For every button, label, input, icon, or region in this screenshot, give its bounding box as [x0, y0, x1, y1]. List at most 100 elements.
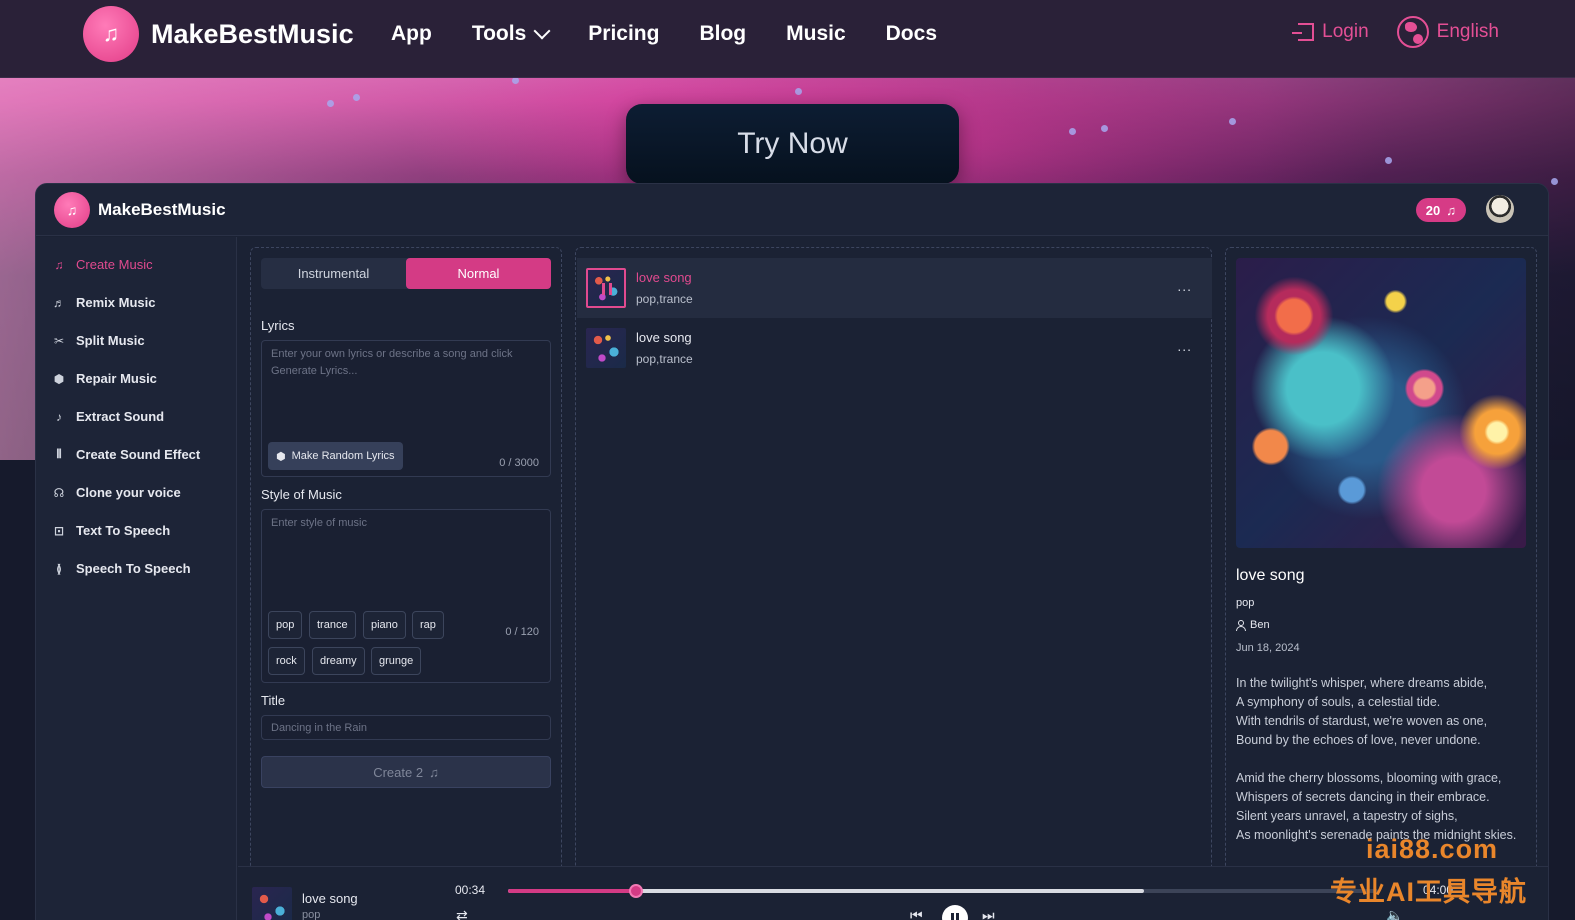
song-cover-thumbnail[interactable]: [586, 328, 626, 368]
mode-instrumental-button[interactable]: Instrumental: [261, 258, 406, 289]
detail-author[interactable]: Ben: [1236, 619, 1270, 631]
style-chip-rock[interactable]: rock: [268, 647, 305, 675]
split-icon: ✂: [53, 333, 65, 348]
decor-dot: [353, 94, 360, 101]
sidebar-item-remix-music[interactable]: ♬ Remix Music: [52, 295, 155, 310]
lyrics-line: Bound by the echoes of love, never undon…: [1236, 733, 1481, 747]
sidebar-item-create-music[interactable]: ♫ Create Music: [52, 257, 153, 272]
title-label: Title: [261, 693, 286, 708]
nav-link-pricing[interactable]: Pricing: [588, 22, 659, 46]
credits-badge[interactable]: 20 ♫: [1415, 198, 1466, 222]
login-button[interactable]: Login: [1292, 21, 1369, 43]
repeat-icon[interactable]: ⇄: [456, 907, 468, 920]
song-cover-thumbnail[interactable]: [586, 268, 626, 308]
lyrics-line: Amid the cherry blossoms, blooming with …: [1236, 771, 1502, 785]
sidebar-item-extract-sound[interactable]: ♪ Extract Sound: [52, 409, 164, 424]
language-label: English: [1436, 21, 1499, 42]
lyrics-textarea[interactable]: Enter your own lyrics or describe a song…: [261, 340, 551, 477]
nav-link-tools-label: Tools: [471, 22, 527, 45]
nav-link-docs[interactable]: Docs: [886, 22, 937, 46]
sidebar-item-label: Create Music: [76, 257, 153, 272]
song-title: love song: [636, 270, 692, 285]
mode-toggle: Instrumental Normal: [261, 258, 551, 289]
style-counter: 0 / 120: [505, 626, 539, 638]
lyrics-placeholder: Enter your own lyrics or describe a song…: [271, 348, 513, 377]
sidebar: ♫ Create Music ♬ Remix Music ✂ Split Mus…: [36, 237, 237, 920]
lyrics-label: Lyrics: [261, 318, 295, 333]
music-note-icon: ♫: [1446, 202, 1456, 218]
music-note-icon: ♫: [54, 257, 64, 272]
detail-author-name: Ben: [1250, 619, 1270, 631]
try-now-button[interactable]: Try Now: [626, 104, 959, 184]
decor-dot: [1101, 125, 1108, 132]
progress-slider[interactable]: [508, 884, 1378, 898]
sidebar-item-text-to-speech[interactable]: ⊡ Text To Speech: [52, 523, 170, 538]
nav-right: Login English: [1292, 16, 1499, 48]
decor-dot: [327, 100, 334, 107]
more-options-icon[interactable]: ...: [1177, 338, 1192, 354]
watermark-tagline: 专业AI工具导航: [1330, 877, 1527, 907]
brand-logo-link[interactable]: ♫ MakeBestMusic: [83, 6, 354, 62]
player-cover-thumbnail: [252, 887, 292, 920]
make-random-lyrics-button[interactable]: ⬢ Make Random Lyrics: [268, 442, 403, 470]
sidebar-item-label: Speech To Speech: [76, 561, 191, 576]
nav-link-music[interactable]: Music: [786, 22, 846, 46]
detail-genre: pop: [1236, 597, 1255, 609]
song-detail-panel: love song pop Ben Jun 18, 2024 In the tw…: [1225, 247, 1537, 920]
lyrics-line: Silent years unravel, a tapestry of sigh…: [1236, 809, 1458, 823]
sidebar-item-split-music[interactable]: ✂ Split Music: [52, 333, 145, 348]
lyrics-line: A symphony of souls, a celestial tide.: [1236, 695, 1441, 709]
sidebar-item-label: Split Music: [76, 333, 145, 348]
sidebar-item-label: Create Sound Effect: [76, 447, 201, 462]
mode-normal-button[interactable]: Normal: [406, 258, 551, 289]
nav-link-tools[interactable]: Tools: [471, 22, 551, 46]
player-song-title: love song: [302, 891, 358, 906]
lyrics-line: In the twilight's whisper, where dreams …: [1236, 676, 1488, 690]
nav-link-blog[interactable]: Blog: [699, 22, 746, 46]
voice-clone-icon: ☊: [53, 485, 65, 500]
create-button[interactable]: Create 2 ♫: [261, 756, 551, 788]
style-chip-piano[interactable]: piano: [363, 611, 406, 639]
song-tags: pop,trance: [636, 292, 693, 306]
sidebar-item-label: Remix Music: [76, 295, 156, 310]
style-chip-grunge[interactable]: grunge: [371, 647, 422, 675]
app-logo-icon: ♫: [54, 192, 90, 228]
sidebar-item-create-sound-effect[interactable]: ⦀ Create Sound Effect: [52, 447, 200, 462]
song-row[interactable]: love song pop,trance ...: [577, 318, 1212, 378]
style-chip-dreamy[interactable]: dreamy: [312, 647, 365, 675]
sidebar-item-clone-voice[interactable]: ☊ Clone your voice: [52, 485, 181, 500]
song-title: love song: [636, 330, 692, 345]
remix-icon: ♬: [53, 295, 65, 310]
nav-link-app[interactable]: App: [391, 22, 432, 46]
sidebar-item-repair-music[interactable]: ⬢ Repair Music: [52, 371, 157, 386]
decor-dot: [1069, 128, 1076, 135]
style-chip-rap[interactable]: rap: [412, 611, 444, 639]
decor-dot: [1385, 157, 1392, 164]
language-selector[interactable]: English: [1396, 16, 1499, 48]
song-row[interactable]: love song pop,trance ...: [577, 258, 1212, 318]
create-panel: Instrumental Normal Lyrics Enter your ow…: [250, 247, 562, 920]
credits-count: 20: [1425, 202, 1441, 218]
app-logo-link[interactable]: ♫ MakeBestMusic: [54, 192, 226, 228]
avatar[interactable]: [1486, 195, 1514, 223]
top-navigation: ♫ MakeBestMusic App Tools Pricing Blog M…: [0, 0, 1575, 78]
app-title: MakeBestMusic: [98, 200, 226, 219]
pause-button[interactable]: [942, 905, 968, 920]
style-chip-pop[interactable]: pop: [268, 611, 303, 639]
waveform-icon: ⦀: [56, 447, 62, 461]
globe-icon: [1396, 16, 1429, 48]
brand-name: MakeBestMusic: [151, 18, 354, 49]
sidebar-item-speech-to-speech[interactable]: ≬ Speech To Speech: [52, 561, 191, 576]
more-options-icon[interactable]: ...: [1177, 278, 1192, 294]
detail-date: Jun 18, 2024: [1236, 642, 1300, 654]
lyrics-counter: 0 / 3000: [499, 457, 539, 469]
previous-icon[interactable]: ⏮: [910, 907, 923, 920]
style-chip-trance[interactable]: trance: [309, 611, 356, 639]
title-input[interactable]: Dancing in the Rain: [261, 715, 551, 740]
sidebar-item-label: Repair Music: [76, 371, 157, 386]
style-textarea[interactable]: Enter style of music pop trance piano ra…: [261, 509, 551, 683]
progress-fill: [508, 889, 636, 893]
progress-knob[interactable]: [628, 884, 643, 898]
lyrics-stanza: In the twilight's whisper, where dreams …: [1236, 674, 1536, 750]
next-icon[interactable]: ⏭: [982, 907, 995, 920]
